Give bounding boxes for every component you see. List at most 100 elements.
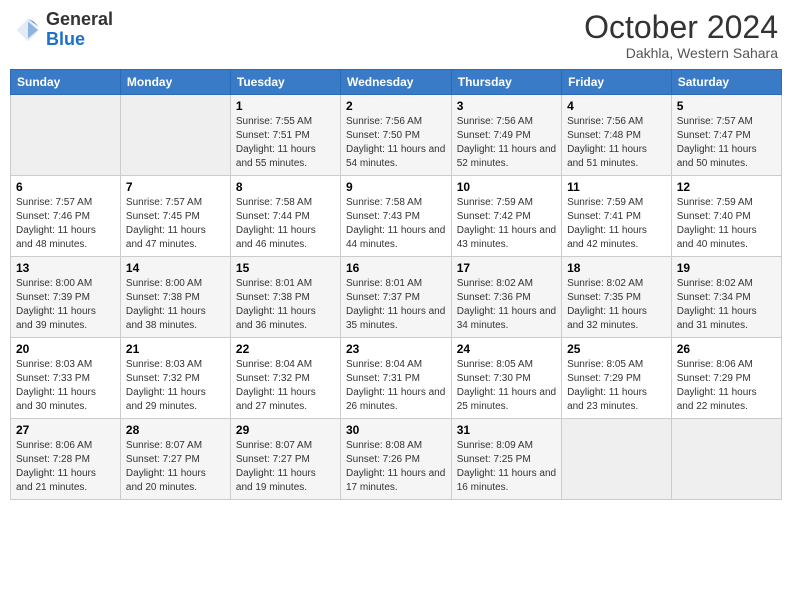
logo-general-text: General (46, 9, 113, 29)
calendar-cell: 14 Sunrise: 8:00 AMSunset: 7:38 PMDayligh… (120, 257, 230, 338)
day-number: 29 (236, 423, 335, 437)
calendar-cell: 5 Sunrise: 7:57 AMSunset: 7:47 PMDaylight… (671, 95, 781, 176)
day-number: 11 (567, 180, 666, 194)
day-info: Sunrise: 7:59 AMSunset: 7:40 PMDaylight:… (677, 196, 776, 252)
day-number: 6 (16, 180, 115, 194)
day-header-saturday: Saturday (671, 70, 781, 95)
day-info: Sunrise: 8:02 AMSunset: 7:36 PMDaylight:… (457, 277, 556, 333)
calendar-cell: 6 Sunrise: 7:57 AMSunset: 7:46 PMDaylight… (11, 176, 121, 257)
page-header: General Blue October 2024 Dakhla, Wester… (10, 10, 782, 61)
calendar-cell: 30Sunrise: 8:08 AMSunset: 7:26 PMDayligh… (340, 419, 451, 500)
day-number: 14 (126, 261, 225, 275)
day-number: 20 (16, 342, 115, 356)
calendar-cell: 21Sunrise: 8:03 AMSunset: 7:32 PMDayligh… (120, 338, 230, 419)
calendar-cell: 20 Sunrise: 8:03 AMSunset: 7:33 PMDayligh… (11, 338, 121, 419)
location: Dakhla, Western Sahara (584, 45, 778, 61)
day-number: 23 (346, 342, 446, 356)
calendar-cell: 2 Sunrise: 7:56 AMSunset: 7:50 PMDaylight… (340, 95, 451, 176)
day-header-sunday: Sunday (11, 70, 121, 95)
day-info: Sunrise: 8:02 AMSunset: 7:34 PMDaylight:… (677, 277, 776, 333)
calendar-week-row: 13Sunrise: 8:00 AMSunset: 7:39 PMDayligh… (11, 257, 782, 338)
day-number: 2 (346, 99, 446, 113)
calendar-cell: 12 Sunrise: 7:59 AMSunset: 7:40 PMDayligh… (671, 176, 781, 257)
calendar-cell (120, 95, 230, 176)
day-info: Sunrise: 8:02 AMSunset: 7:35 PMDaylight:… (567, 277, 666, 333)
day-number: 26 (677, 342, 776, 356)
calendar-cell: 29 Sunrise: 8:07 AMSunset: 7:27 PMDayligh… (230, 419, 340, 500)
day-info: Sunrise: 7:57 AMSunset: 7:47 PMDaylight:… (677, 115, 776, 171)
day-info: Sunrise: 8:04 AMSunset: 7:31 PMDaylight:… (346, 358, 446, 414)
day-info: Sunrise: 8:08 AMSunset: 7:26 PMDaylight:… (346, 439, 446, 495)
calendar-cell: 8Sunrise: 7:58 AMSunset: 7:44 PMDaylight… (230, 176, 340, 257)
day-header-wednesday: Wednesday (340, 70, 451, 95)
day-header-friday: Friday (562, 70, 672, 95)
day-header-thursday: Thursday (451, 70, 561, 95)
calendar-cell: 17 Sunrise: 8:02 AMSunset: 7:36 PMDayligh… (451, 257, 561, 338)
calendar-week-row: 27 Sunrise: 8:06 AMSunset: 7:28 PMDayligh… (11, 419, 782, 500)
day-number: 27 (16, 423, 115, 437)
day-number: 12 (677, 180, 776, 194)
day-info: Sunrise: 8:01 AMSunset: 7:38 PMDaylight:… (236, 277, 335, 333)
day-number: 5 (677, 99, 776, 113)
day-info: Sunrise: 8:03 AMSunset: 7:33 PMDaylight:… (16, 358, 115, 414)
logo: General Blue (14, 10, 113, 50)
logo-icon (14, 16, 42, 44)
calendar-cell: 22 Sunrise: 8:04 AMSunset: 7:32 PMDayligh… (230, 338, 340, 419)
calendar-cell: 23 Sunrise: 8:04 AMSunset: 7:31 PMDayligh… (340, 338, 451, 419)
day-info: Sunrise: 7:56 AMSunset: 7:49 PMDaylight:… (457, 115, 556, 171)
calendar-cell: 19 Sunrise: 8:02 AMSunset: 7:34 PMDayligh… (671, 257, 781, 338)
logo-text: General Blue (46, 10, 113, 50)
calendar-cell: 3 Sunrise: 7:56 AMSunset: 7:49 PMDaylight… (451, 95, 561, 176)
calendar-cell: 10 Sunrise: 7:59 AMSunset: 7:42 PMDayligh… (451, 176, 561, 257)
day-number: 19 (677, 261, 776, 275)
day-info: Sunrise: 8:07 AMSunset: 7:27 PMDaylight:… (236, 439, 335, 495)
day-number: 1 (236, 99, 335, 113)
day-info: Sunrise: 7:59 AMSunset: 7:41 PMDaylight:… (567, 196, 666, 252)
day-info: Sunrise: 8:05 AMSunset: 7:29 PMDaylight:… (567, 358, 666, 414)
calendar-cell: 7Sunrise: 7:57 AMSunset: 7:45 PMDaylight… (120, 176, 230, 257)
day-info: Sunrise: 7:56 AMSunset: 7:48 PMDaylight:… (567, 115, 666, 171)
day-number: 13 (16, 261, 115, 275)
day-info: Sunrise: 7:59 AMSunset: 7:42 PMDaylight:… (457, 196, 556, 252)
day-header-monday: Monday (120, 70, 230, 95)
calendar-week-row: 20 Sunrise: 8:03 AMSunset: 7:33 PMDayligh… (11, 338, 782, 419)
day-number: 15 (236, 261, 335, 275)
calendar-week-row: 1 Sunrise: 7:55 AMSunset: 7:51 PMDaylight… (11, 95, 782, 176)
calendar-cell: 11 Sunrise: 7:59 AMSunset: 7:41 PMDayligh… (562, 176, 672, 257)
calendar-cell: 16Sunrise: 8:01 AMSunset: 7:37 PMDayligh… (340, 257, 451, 338)
calendar-cell: 27 Sunrise: 8:06 AMSunset: 7:28 PMDayligh… (11, 419, 121, 500)
calendar-cell: 31Sunrise: 8:09 AMSunset: 7:25 PMDayligh… (451, 419, 561, 500)
day-number: 31 (457, 423, 556, 437)
calendar-table: SundayMondayTuesdayWednesdayThursdayFrid… (10, 69, 782, 500)
day-number: 4 (567, 99, 666, 113)
calendar-header-row: SundayMondayTuesdayWednesdayThursdayFrid… (11, 70, 782, 95)
calendar-cell: 9Sunrise: 7:58 AMSunset: 7:43 PMDaylight… (340, 176, 451, 257)
day-number: 16 (346, 261, 446, 275)
calendar-cell (11, 95, 121, 176)
calendar-cell: 28Sunrise: 8:07 AMSunset: 7:27 PMDayligh… (120, 419, 230, 500)
day-header-tuesday: Tuesday (230, 70, 340, 95)
calendar-week-row: 6 Sunrise: 7:57 AMSunset: 7:46 PMDaylight… (11, 176, 782, 257)
day-info: Sunrise: 7:58 AMSunset: 7:44 PMDaylight:… (236, 196, 335, 252)
calendar-cell: 26 Sunrise: 8:06 AMSunset: 7:29 PMDayligh… (671, 338, 781, 419)
day-info: Sunrise: 8:06 AMSunset: 7:28 PMDaylight:… (16, 439, 115, 495)
calendar-cell: 25Sunrise: 8:05 AMSunset: 7:29 PMDayligh… (562, 338, 672, 419)
calendar-cell (671, 419, 781, 500)
title-area: October 2024 Dakhla, Western Sahara (584, 10, 778, 61)
calendar-cell (562, 419, 672, 500)
day-number: 21 (126, 342, 225, 356)
day-info: Sunrise: 7:56 AMSunset: 7:50 PMDaylight:… (346, 115, 446, 171)
day-info: Sunrise: 8:04 AMSunset: 7:32 PMDaylight:… (236, 358, 335, 414)
day-info: Sunrise: 8:00 AMSunset: 7:38 PMDaylight:… (126, 277, 225, 333)
day-number: 10 (457, 180, 556, 194)
day-info: Sunrise: 8:06 AMSunset: 7:29 PMDaylight:… (677, 358, 776, 414)
day-info: Sunrise: 7:57 AMSunset: 7:45 PMDaylight:… (126, 196, 225, 252)
day-info: Sunrise: 7:57 AMSunset: 7:46 PMDaylight:… (16, 196, 115, 252)
calendar-cell: 4 Sunrise: 7:56 AMSunset: 7:48 PMDaylight… (562, 95, 672, 176)
calendar-cell: 15 Sunrise: 8:01 AMSunset: 7:38 PMDayligh… (230, 257, 340, 338)
day-number: 22 (236, 342, 335, 356)
day-number: 3 (457, 99, 556, 113)
day-info: Sunrise: 7:55 AMSunset: 7:51 PMDaylight:… (236, 115, 335, 171)
day-number: 17 (457, 261, 556, 275)
calendar-cell: 1 Sunrise: 7:55 AMSunset: 7:51 PMDaylight… (230, 95, 340, 176)
